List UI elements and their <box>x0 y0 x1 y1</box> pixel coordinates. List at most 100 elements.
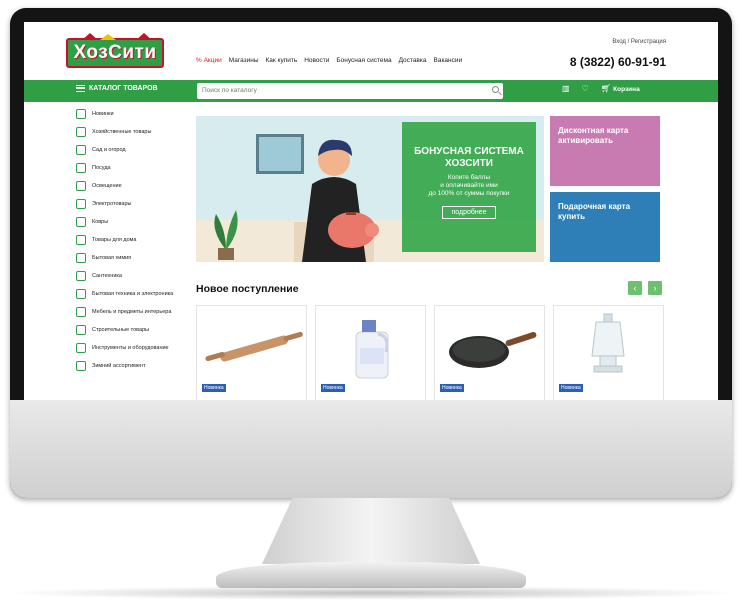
bonus-text-1: Копите баллы <box>447 174 491 181</box>
drill-icon <box>76 343 86 353</box>
plant-icon <box>76 145 86 155</box>
login-link[interactable]: Вход / Регистрация <box>612 39 666 45</box>
sidebar-item-label: Товары для дома <box>92 236 137 243</box>
nav-how-to-buy[interactable]: Как купить <box>266 57 298 64</box>
bottle-icon <box>76 253 86 263</box>
carousel-prev-button[interactable]: ‹ <box>628 281 642 295</box>
trowel-icon <box>76 325 86 335</box>
product-card-frying-pan[interactable]: Новинка <box>434 305 545 400</box>
sidebar-item-home[interactable]: Товары для дома <box>76 234 194 246</box>
sidebar-item-rugs[interactable]: Ковры <box>76 216 194 228</box>
site-header: ХозСити % Акции Магазины Как купить Ново… <box>24 22 718 78</box>
category-sidebar: Новинки Хозяйственные товары Сад и огоро… <box>76 108 194 378</box>
sidebar-item-electrical[interactable]: Электротовары <box>76 198 194 210</box>
gift-card-title: Подарочная карта <box>558 202 631 211</box>
snow-icon <box>76 361 86 371</box>
monitor-base <box>216 562 526 588</box>
sidebar-item-label: Мебель и предметы интерьера <box>92 308 172 315</box>
rolling-pin-image <box>205 331 303 362</box>
sidebar-item-garden[interactable]: Сад и огород <box>76 144 194 156</box>
product-card-rolling-pin[interactable]: Новинка <box>196 305 307 400</box>
menu-icon <box>76 85 85 92</box>
rug-icon <box>76 217 86 227</box>
sidebar-item-label: Хозяйственные товары <box>92 128 152 135</box>
compare-icon[interactable]: ▥ <box>562 84 570 93</box>
sidebar-item-label: Бытовая техника и электроника <box>92 290 174 297</box>
sidebar-item-dishes[interactable]: Посуда <box>76 162 194 174</box>
floor-shadow <box>0 586 742 600</box>
phone-number[interactable]: 8 (3822) 60-91-91 <box>570 55 666 69</box>
heart-icon[interactable]: ♡ <box>582 84 589 93</box>
cart-label: Корзина <box>613 86 640 93</box>
sidebar-item-appliances[interactable]: Бытовая техника и электроника <box>76 288 194 300</box>
logo-text: ХозСити <box>73 42 157 63</box>
bonus-promo-box: БОНУСНАЯ СИСТЕМА ХОЗСИТИ Копите баллы и … <box>402 122 536 252</box>
sidebar-item-furniture[interactable]: Мебель и предметы интерьера <box>76 306 194 318</box>
site-logo[interactable]: ХозСити <box>66 33 164 68</box>
main-nav: % Акции Магазины Как купить Новости Бону… <box>196 57 462 64</box>
glass-dispenser-image <box>591 313 625 373</box>
toolbar: КАТАЛОГ ТОВАРОВ Поиск по каталогу ▥ ♡ 🛒︎… <box>24 80 718 102</box>
monitor-stand <box>262 498 480 564</box>
sidebar-item-label: Освещение <box>92 182 122 189</box>
nav-news[interactable]: Новости <box>304 57 329 64</box>
nav-bonus-system[interactable]: Бонусная система <box>336 57 391 64</box>
sidebar-item-label: Зимний ассортимент <box>92 362 146 369</box>
sidebar-item-label: Инструменты и оборудование <box>92 344 169 351</box>
sidebar-item-winter[interactable]: Зимний ассортимент <box>76 360 194 372</box>
discount-card-title: Дисконтная карта <box>558 126 629 135</box>
sidebar-item-plumbing[interactable]: Сантехника <box>76 270 194 282</box>
gift-card-action: купить <box>558 212 586 221</box>
washer-icon <box>76 289 86 299</box>
product-card-glass-dispenser[interactable]: Новинка <box>553 305 664 400</box>
sidebar-item-tools[interactable]: Инструменты и оборудование <box>76 342 194 354</box>
sidebar-item-label: Новинки <box>92 110 114 117</box>
bulb-icon <box>76 199 86 209</box>
screen: ХозСити % Акции Магазины Как купить Ново… <box>24 22 718 400</box>
bonus-more-button[interactable]: подробнее <box>442 206 496 219</box>
nav-promotions[interactable]: % Акции <box>196 57 222 64</box>
new-badge: Новинка <box>321 384 345 392</box>
star-icon <box>76 109 86 119</box>
product-card-detergent[interactable]: Новинка <box>315 305 426 400</box>
cart-icon: 🛒︎ <box>600 84 611 93</box>
plant-illustration <box>214 210 238 260</box>
bonus-title-2: ХОЗСИТИ <box>445 158 493 169</box>
bonus-banner[interactable]: БОНУСНАЯ СИСТЕМА ХОЗСИТИ Копите баллы и … <box>196 116 544 262</box>
sidebar-item-label: Сантехника <box>92 272 122 279</box>
carousel-next-button[interactable]: › <box>648 281 662 295</box>
catalog-button[interactable]: КАТАЛОГ ТОВАРОВ <box>76 85 158 92</box>
catalog-label: КАТАЛОГ ТОВАРОВ <box>89 85 158 92</box>
bonus-text-3: до 100% от суммы покупки <box>428 190 510 197</box>
nav-delivery[interactable]: Доставка <box>399 57 427 64</box>
nav-vacancies[interactable]: Вакансии <box>434 57 463 64</box>
sidebar-item-label: Бытовая химия <box>92 254 132 261</box>
sidebar-item-household[interactable]: Хозяйственные товары <box>76 126 194 138</box>
lamp-icon <box>76 181 86 191</box>
bonus-title-1: БОНУСНАЯ СИСТЕМА <box>414 146 524 157</box>
cart-button[interactable]: 🛒︎ Корзина <box>601 84 640 93</box>
sofa-icon <box>76 307 86 317</box>
discount-card-promo[interactable]: Дисконтная карта активировать <box>550 116 660 186</box>
discount-card-action: активировать <box>558 136 613 145</box>
gift-card-promo[interactable]: Подарочная карта купить <box>550 192 660 262</box>
new-arrivals-title: Новое поступление <box>196 283 299 295</box>
monitor-chin <box>10 400 732 498</box>
sidebar-item-label: Посуда <box>92 164 111 171</box>
sidebar-item-chemicals[interactable]: Бытовая химия <box>76 252 194 264</box>
new-badge: Новинка <box>202 384 226 392</box>
frying-pan-image <box>449 331 537 368</box>
faucet-icon <box>76 271 86 281</box>
nav-stores[interactable]: Магазины <box>229 57 259 64</box>
detergent-bottle-image <box>355 320 389 379</box>
sidebar-item-construction[interactable]: Строительные товары <box>76 324 194 336</box>
new-badge: Новинка <box>440 384 464 392</box>
bonus-text-2: и оплачивайте ими <box>440 182 498 189</box>
search-input[interactable]: Поиск по каталогу <box>197 83 503 99</box>
sidebar-item-lighting[interactable]: Освещение <box>76 180 194 192</box>
sidebar-item-label: Ковры <box>92 218 109 225</box>
search-icon[interactable] <box>492 86 499 93</box>
person-with-piggy-bank-illustration <box>294 139 379 262</box>
sidebar-item-new[interactable]: Новинки <box>76 108 194 120</box>
product-carousel: Новинка Новинка Новинка Новинка <box>196 305 664 400</box>
